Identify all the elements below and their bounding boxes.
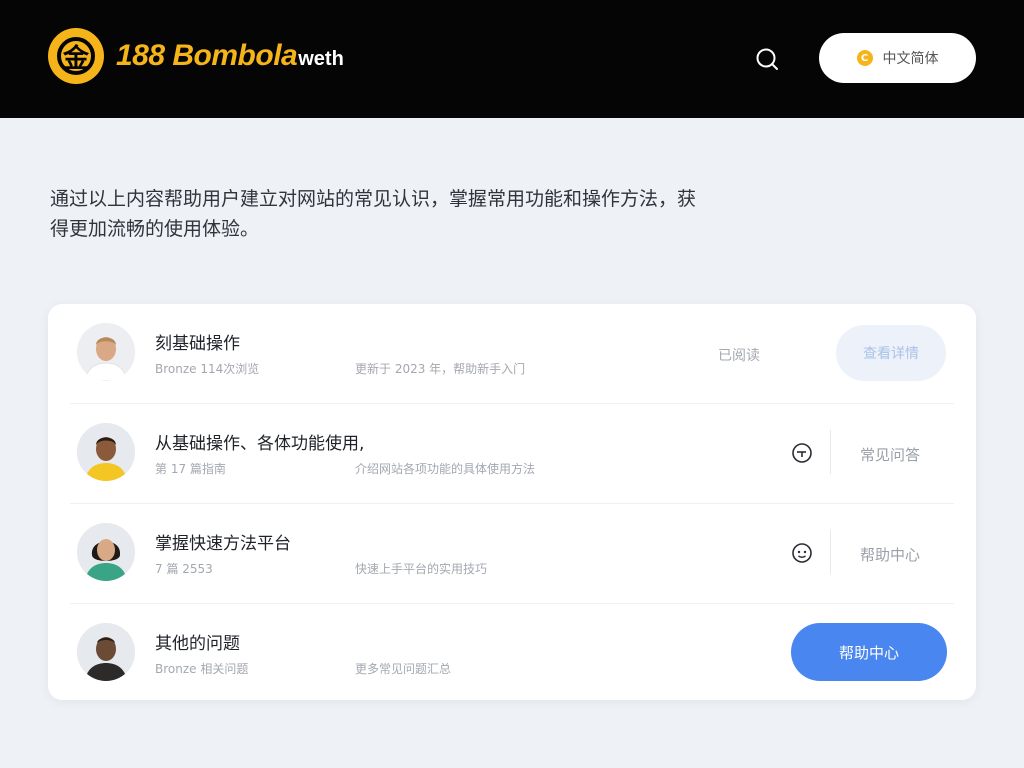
- avatar: [77, 423, 135, 481]
- language-button-label: 中文简体: [882, 51, 939, 67]
- language-button[interactable]: C 中文简体: [819, 33, 976, 83]
- faq-link[interactable]: 常见问答: [860, 444, 920, 465]
- list-item[interactable]: 从基础操作、各体功能使用, 第 17 篇指南 介绍网站各项功能的具体使用方法 常…: [70, 404, 954, 502]
- logo-coin-icon: 金: [48, 28, 104, 84]
- status-text: 已阅读: [718, 348, 760, 364]
- clock-icon[interactable]: [790, 441, 814, 465]
- list-item-title: 其他的问题: [155, 634, 240, 654]
- brand-suffix: weth: [298, 48, 344, 70]
- avatar: [77, 523, 135, 581]
- list-item-description: 介绍网站各项功能的具体使用方法: [355, 462, 536, 476]
- list-item[interactable]: 刻基础操作 Bronze 114次浏览 更新于 2023 年，帮助新手入门 已阅…: [70, 304, 954, 402]
- help-center-button[interactable]: 帮助中心: [791, 623, 947, 681]
- divider: [830, 530, 831, 574]
- list-item-meta: 第 17 篇指南: [155, 462, 226, 476]
- list-item-meta: Bronze 相关问题: [155, 662, 249, 676]
- view-details-button[interactable]: 查看详情: [836, 325, 946, 381]
- coin-icon: C: [856, 50, 873, 66]
- list-item[interactable]: 掌握快速方法平台 7 篇 2553 快速上手平台的实用技巧 帮助中心: [70, 504, 954, 602]
- list-item-title: 掌握快速方法平台: [155, 534, 291, 554]
- list-item-description: 更多常见问题汇总: [355, 662, 452, 676]
- list-item-description: 更新于 2023 年，帮助新手入门: [355, 362, 526, 376]
- brand-title: 188 Bombola: [116, 39, 298, 72]
- list-item-title: 刻基础操作: [155, 334, 240, 354]
- search-button[interactable]: [752, 44, 782, 74]
- list-item-title: 从基础操作、各体功能使用,: [155, 434, 365, 454]
- list-item-description: 快速上手平台的实用技巧: [355, 562, 488, 576]
- brand-name: 188 Bombola weth: [116, 39, 344, 73]
- list-item-meta: Bronze 114次浏览: [155, 362, 260, 376]
- avatar: [77, 323, 135, 381]
- list-item[interactable]: 其他的问题 Bronze 相关问题 更多常见问题汇总 帮助中心: [70, 604, 954, 702]
- list-item-meta: 7 篇 2553: [155, 562, 213, 576]
- brand-logo[interactable]: 金 188 Bombola weth: [48, 28, 344, 84]
- divider: [830, 430, 831, 474]
- avatar: [77, 623, 135, 681]
- search-icon: [756, 48, 778, 70]
- help-center-link[interactable]: 帮助中心: [860, 544, 920, 565]
- intro-paragraph: 通过以上内容帮助用户建立对网站的常见认识，掌握常用功能和操作方法，获得更加流畅的…: [50, 188, 697, 240]
- help-list-card: 刻基础操作 Bronze 114次浏览 更新于 2023 年，帮助新手入门 已阅…: [48, 304, 976, 700]
- top-header: 金 188 Bombola weth C 中文简体: [0, 0, 1024, 118]
- face-icon[interactable]: [790, 541, 814, 565]
- logo-glyph: 金: [62, 43, 89, 74]
